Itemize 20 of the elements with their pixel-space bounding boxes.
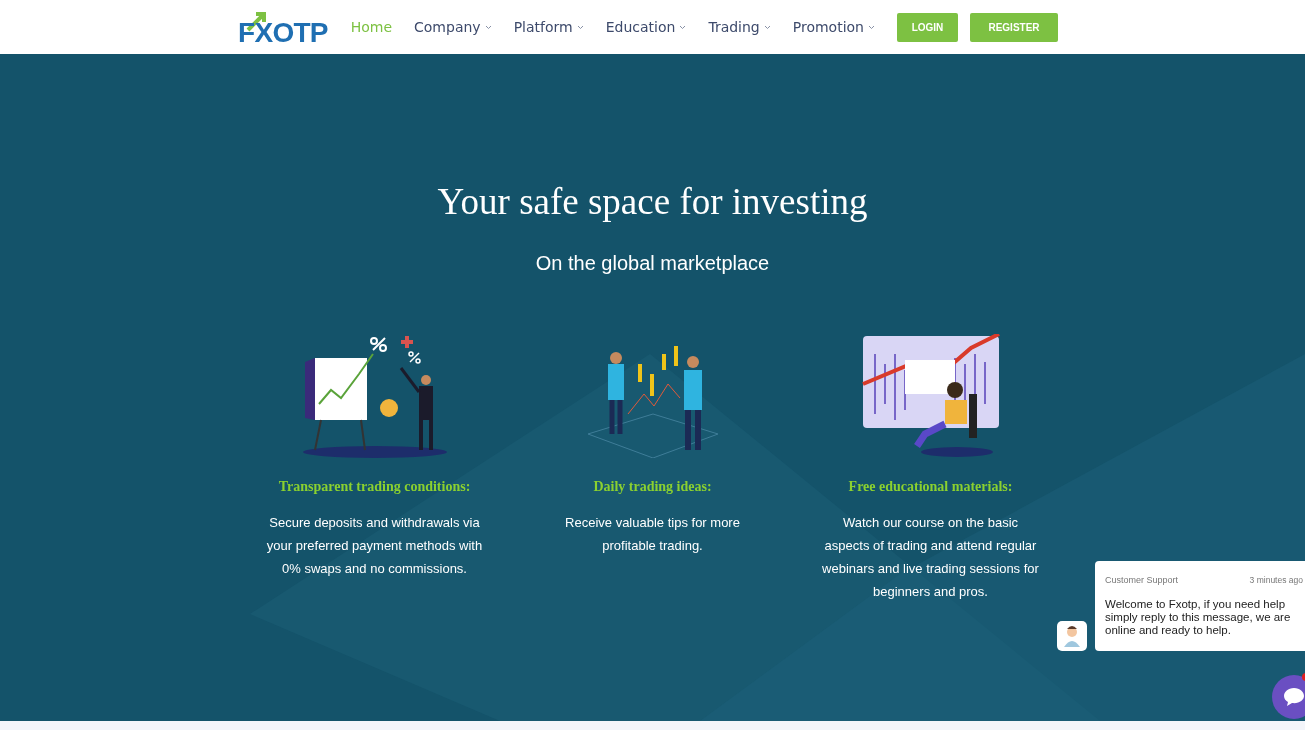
feature-title: Free educational materials:: [848, 477, 1013, 496]
nav-link[interactable]: Company: [414, 16, 492, 38]
chat-bubble-icon: [1283, 687, 1305, 707]
feature-description: Receive valuable tips for more profitable trading.: [564, 513, 741, 555]
nav-link[interactable]: Trading: [708, 16, 771, 38]
message-time: 3 minutes ago: [1249, 574, 1303, 587]
nav-link[interactable]: Platform: [513, 16, 584, 38]
feature-description: Secure deposits and withdrawals via your preferred payment methods with 0% swaps and no commissions.: [265, 513, 484, 578]
nav-link[interactable]: Education: [605, 16, 687, 38]
feature-title: Transparent trading conditions:: [278, 477, 471, 496]
logo[interactable]: FXOTP: [238, 12, 328, 54]
person-icon: [1063, 625, 1081, 647]
feature-description: Watch our course on the basic aspects of trading and attend regular webinars and live trading sessions for beginners and pros.: [821, 513, 1040, 601]
chat-message: Welcome to Fxotp, if you need help simply reply to this message, we are online and ready to help.: [1105, 597, 1292, 637]
feature-title: Daily trading ideas:: [593, 477, 712, 496]
hero-title: Your safe space for investing: [437, 180, 868, 224]
hero-subtitle: On the global marketplace: [535, 250, 770, 276]
sender-name: Customer Support: [1105, 574, 1179, 587]
nav-link[interactable]: Promotion: [792, 16, 875, 38]
chat-message-bubble[interactable]: Customer Support 3 minutes ago Welcome to Fxotp, if you need help simply reply to this message, we are online and ready to help.: [1095, 561, 1305, 651]
